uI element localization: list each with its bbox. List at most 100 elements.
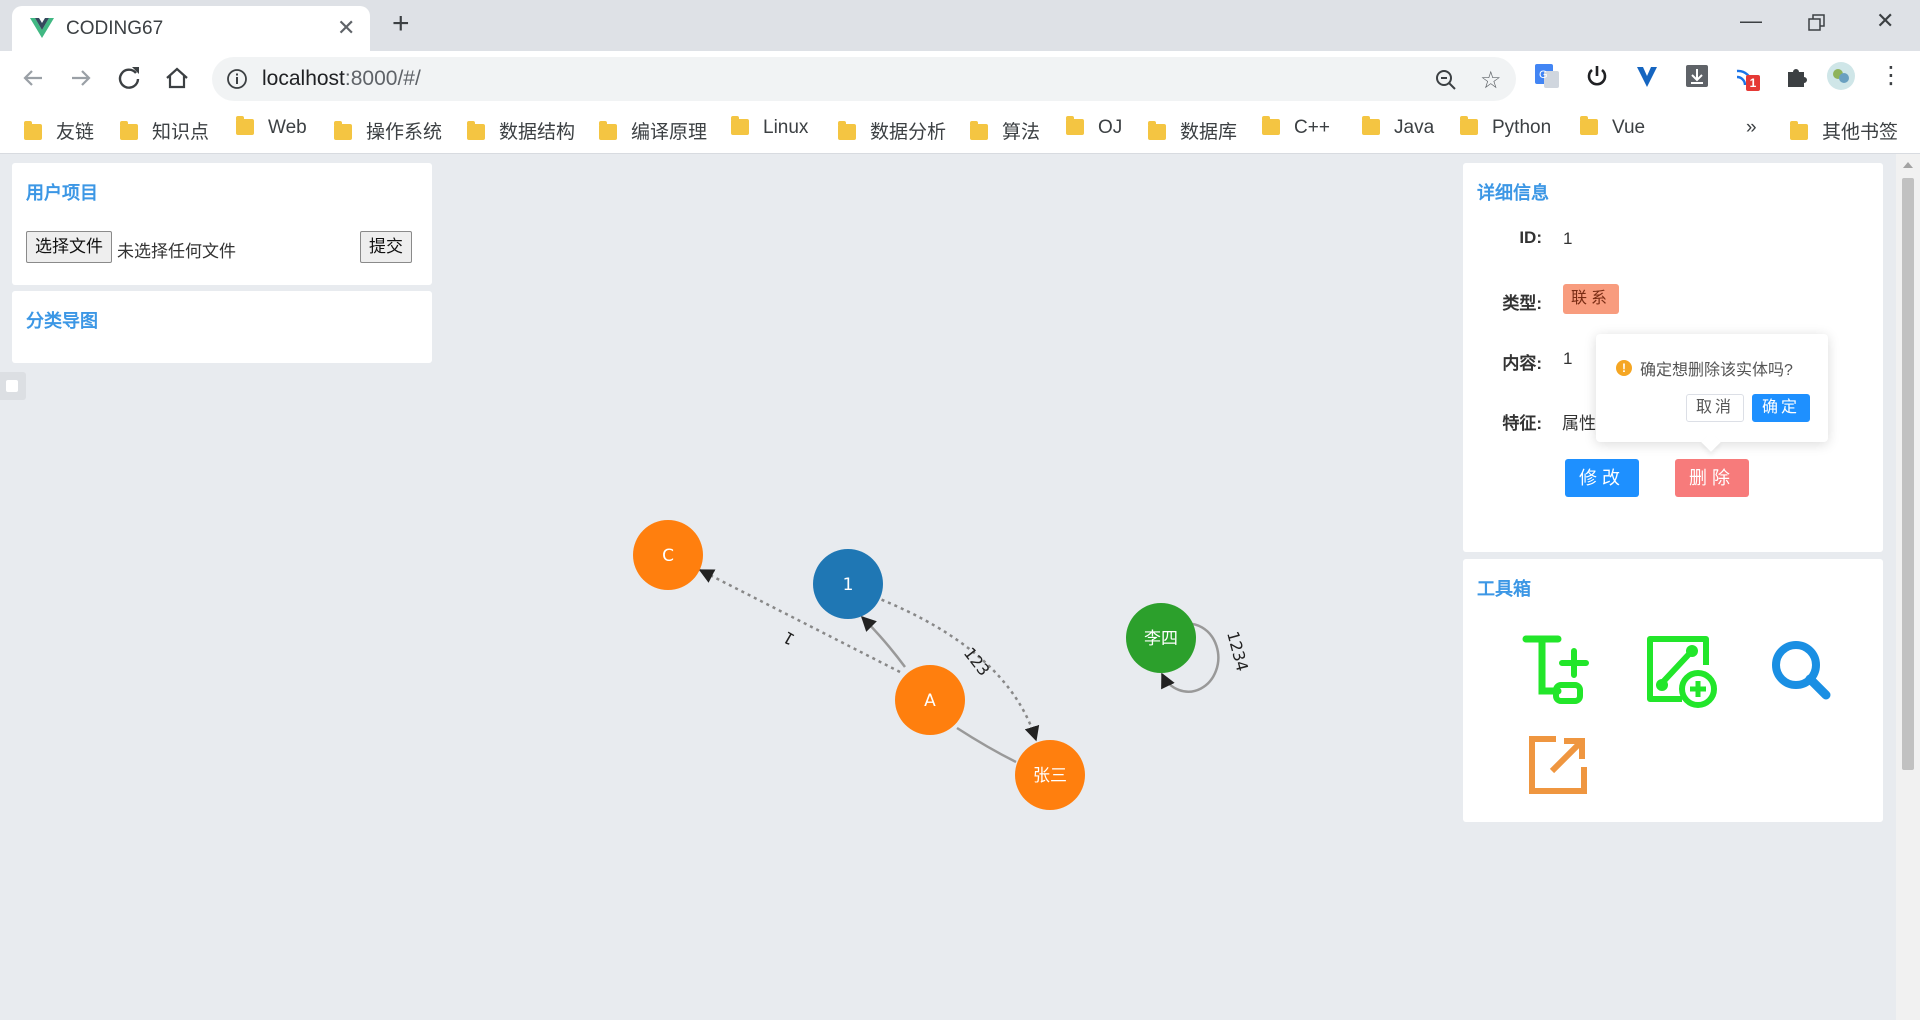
add-link-icon[interactable] xyxy=(1640,629,1720,709)
close-window-icon[interactable]: ✕ xyxy=(1876,8,1894,34)
folder-icon xyxy=(838,121,856,140)
profile-avatar[interactable] xyxy=(1826,61,1856,91)
bookmark-item[interactable]: 算法 xyxy=(970,117,1040,143)
folder-icon xyxy=(1460,116,1478,135)
bookmark-label: Web xyxy=(268,117,307,138)
bookmark-label: 其他书签 xyxy=(1822,122,1899,143)
power-extension-icon[interactable] xyxy=(1584,63,1610,89)
bookmark-label: 知识点 xyxy=(152,122,210,143)
graph-node-c[interactable]: C xyxy=(633,520,703,590)
vpn-extension-icon[interactable] xyxy=(1634,63,1660,89)
folder-icon xyxy=(1262,116,1280,135)
bookmark-item[interactable]: Web xyxy=(236,116,307,143)
url-path: :8000/#/ xyxy=(344,67,421,90)
bookmark-item[interactable]: 操作系统 xyxy=(334,117,442,143)
bookmarks-bar: 友链 知识点 Web 操作系统 数据结构 编译原理 Linux 数据分析 算法 … xyxy=(0,106,1920,154)
node-label: C xyxy=(662,546,674,566)
edge-label: 123 xyxy=(960,644,994,680)
warning-icon: ! xyxy=(1616,360,1632,376)
folder-icon xyxy=(1580,116,1598,135)
menu-kebab-icon[interactable]: ⋮ xyxy=(1878,61,1904,89)
bookmark-label: 友链 xyxy=(56,122,95,143)
folder-icon xyxy=(1148,121,1166,140)
feed-extension-icon[interactable]: 1 xyxy=(1734,63,1760,91)
vue-logo-icon xyxy=(30,18,54,38)
bookmark-star-icon[interactable]: ☆ xyxy=(1480,66,1502,95)
add-node-icon[interactable] xyxy=(1518,629,1598,709)
toolbox-title: 工具箱 xyxy=(1477,579,1531,599)
more-bookmarks-button[interactable]: » xyxy=(1746,117,1757,143)
forward-icon[interactable] xyxy=(66,63,96,93)
folder-icon xyxy=(1066,116,1084,135)
bookmark-item[interactable]: Vue xyxy=(1580,116,1645,143)
popconfirm-cancel-button[interactable]: 取消 xyxy=(1686,394,1744,422)
folder-icon xyxy=(1790,121,1808,140)
feature-label: 特征: xyxy=(1502,414,1542,433)
type-tag: 联系 xyxy=(1563,284,1620,314)
graph-node-zhangsan[interactable]: 张三 xyxy=(1015,740,1085,810)
content-value: 1 xyxy=(1563,349,1573,368)
bookmark-item[interactable]: OJ xyxy=(1066,116,1123,143)
bookmark-label: 编译原理 xyxy=(631,122,708,143)
restore-icon[interactable] xyxy=(1808,14,1826,32)
bookmark-item[interactable]: 友链 xyxy=(24,117,94,143)
other-bookmarks[interactable]: 其他书签 xyxy=(1790,117,1898,143)
graph-edge[interactable] xyxy=(860,615,907,668)
graph-node-1[interactable]: 1 xyxy=(813,549,883,619)
edit-button[interactable]: 修改 xyxy=(1565,459,1639,497)
url-host: localhost xyxy=(262,67,345,90)
graph-node-lisi[interactable]: 李四 xyxy=(1126,603,1196,673)
minimize-icon[interactable]: — xyxy=(1740,8,1762,34)
bookmark-item[interactable]: 知识点 xyxy=(120,117,209,143)
bookmark-item[interactable]: Linux xyxy=(731,116,808,143)
extensions-puzzle-icon[interactable] xyxy=(1784,63,1810,89)
browser-tabbar: CODING67 ✕ + — ✕ xyxy=(0,0,1920,51)
delete-button[interactable]: 删除 xyxy=(1675,459,1749,497)
graph-edge[interactable] xyxy=(956,726,1017,764)
bookmark-label: 数据库 xyxy=(1180,122,1238,143)
download-extension-icon[interactable] xyxy=(1684,63,1710,89)
feature-value: 属性 xyxy=(1562,414,1596,433)
extension-badge: 1 xyxy=(1746,75,1760,91)
search-icon[interactable] xyxy=(1760,629,1840,709)
scrollbar-thumb[interactable] xyxy=(1902,178,1914,770)
zoom-icon[interactable] xyxy=(1434,68,1458,92)
bookmark-item[interactable]: 编译原理 xyxy=(599,117,707,143)
new-tab-icon[interactable]: + xyxy=(392,9,410,39)
translate-extension-icon[interactable]: G xyxy=(1534,63,1560,89)
graph-node-a[interactable]: A xyxy=(895,665,965,735)
browser-toolbar: localhost:8000/#/ ☆ G 1 ⋮ xyxy=(0,51,1920,106)
reload-icon[interactable] xyxy=(114,63,144,93)
bookmark-label: 操作系统 xyxy=(366,122,443,143)
home-icon[interactable] xyxy=(162,63,192,93)
bookmark-item[interactable]: 数据分析 xyxy=(838,117,946,143)
popconfirm-message: 确定想删除该实体吗? xyxy=(1640,362,1793,379)
folder-icon xyxy=(467,121,485,140)
export-icon[interactable] xyxy=(1518,725,1598,805)
node-label: A xyxy=(924,691,936,711)
folder-icon xyxy=(599,121,617,140)
bookmark-label: OJ xyxy=(1098,117,1123,138)
tab-close-icon[interactable]: ✕ xyxy=(337,15,355,41)
browser-tab[interactable]: CODING67 ✕ xyxy=(12,6,370,51)
folder-icon xyxy=(24,121,42,140)
svg-text:G: G xyxy=(1539,69,1548,81)
bookmark-label: 数据分析 xyxy=(870,122,947,143)
bookmark-item[interactable]: Python xyxy=(1460,116,1551,143)
back-icon[interactable] xyxy=(18,63,48,93)
folder-icon xyxy=(120,121,138,140)
bookmark-item[interactable]: 数据库 xyxy=(1148,117,1237,143)
popconfirm-confirm-button[interactable]: 确定 xyxy=(1752,394,1810,422)
bookmark-label: 算法 xyxy=(1002,122,1041,143)
bookmark-item[interactable]: C++ xyxy=(1262,116,1330,143)
folder-icon xyxy=(731,116,749,135)
bookmark-item[interactable]: 数据结构 xyxy=(467,117,575,143)
id-value: 1 xyxy=(1563,229,1573,248)
info-icon[interactable] xyxy=(226,68,248,90)
url-text[interactable]: localhost:8000/#/ xyxy=(262,67,421,91)
address-bar[interactable]: localhost:8000/#/ ☆ xyxy=(212,57,1516,101)
page-scrollbar[interactable] xyxy=(1896,154,1920,1020)
bookmark-item[interactable]: Java xyxy=(1362,116,1434,143)
graph-canvas[interactable]: 1 123 1234 C 1 A 张三 李四 xyxy=(0,154,1460,1020)
scroll-up-icon[interactable] xyxy=(1903,162,1913,168)
